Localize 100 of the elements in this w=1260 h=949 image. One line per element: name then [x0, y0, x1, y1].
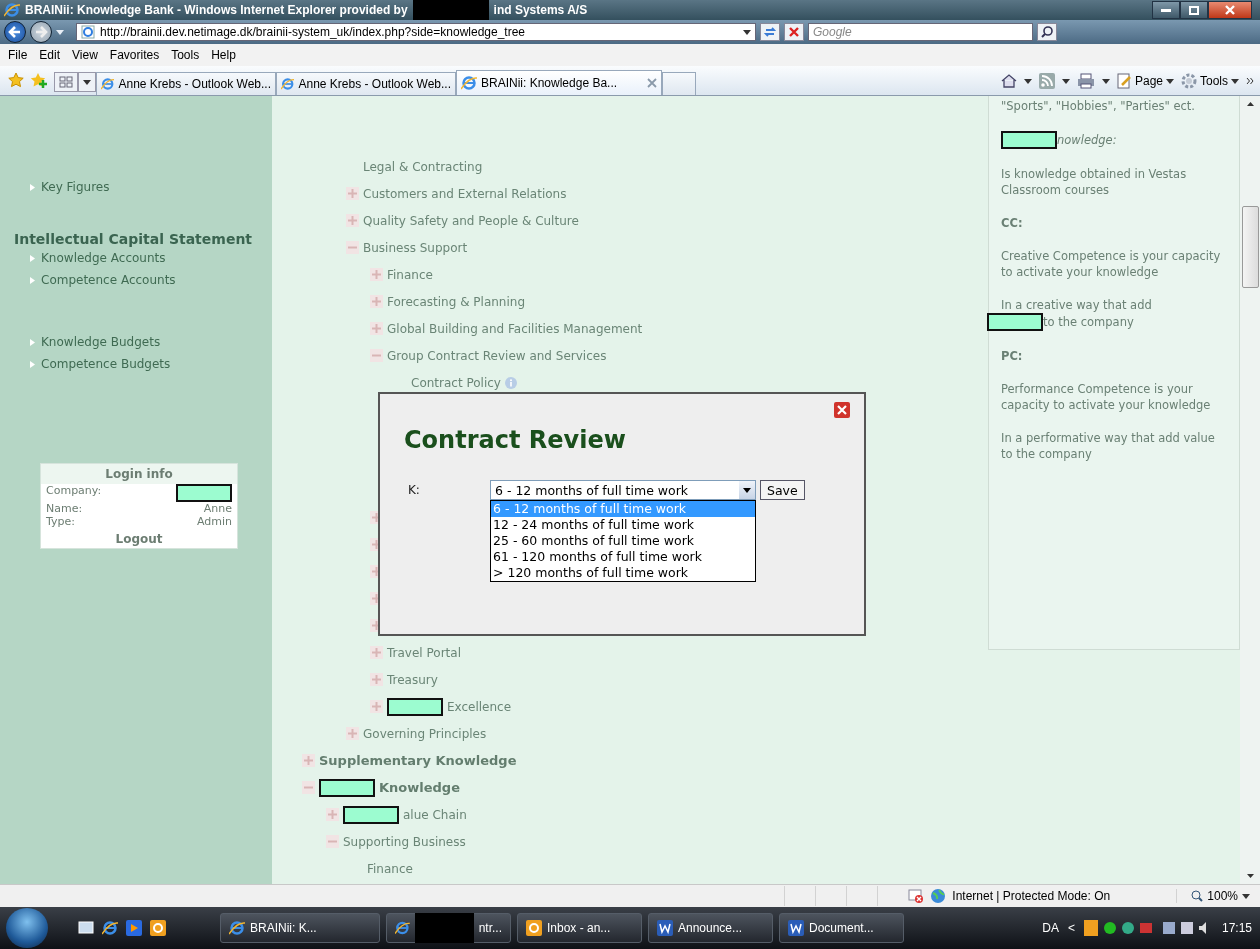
- maximize-button[interactable]: [1180, 1, 1208, 19]
- tree-item[interactable]: Treasury: [387, 672, 438, 687]
- caret-icon[interactable]: [1061, 78, 1070, 84]
- taskbar-button[interactable]: Announce...: [648, 913, 773, 943]
- taskbar-button[interactable]: BRAINii: K...: [220, 913, 380, 943]
- tools-menu-button[interactable]: Tools: [1181, 73, 1239, 89]
- dropdown-option[interactable]: 12 - 24 months of full time work: [491, 517, 755, 533]
- printer-icon[interactable]: [1076, 73, 1095, 89]
- back-button[interactable]: [4, 21, 26, 43]
- address-field[interactable]: http://brainii.dev.netimage.dk/brainii-system_uk/index.php?side=knowledge_tree: [76, 23, 756, 41]
- tree-item[interactable]: Knowledge: [379, 780, 460, 795]
- clock[interactable]: 17:15: [1221, 921, 1252, 935]
- caret-icon[interactable]: [743, 29, 751, 35]
- save-button[interactable]: Save: [760, 480, 805, 500]
- taskbar-button[interactable]: Inbox - an...: [517, 913, 642, 943]
- dropdown-field[interactable]: 6 - 12 months of full time work: [490, 480, 756, 500]
- search-icon: [1040, 25, 1054, 39]
- dropdown-option[interactable]: 61 - 120 months of full time work: [491, 549, 755, 565]
- menu-item[interactable]: Favorites: [103, 46, 166, 64]
- tree-item[interactable]: Governing Principles: [363, 726, 487, 741]
- taskbar-button[interactable]: ntr...: [386, 913, 511, 943]
- menu-item[interactable]: File: [2, 46, 34, 64]
- star-icon[interactable]: [8, 72, 24, 88]
- tree-item[interactable]: alue Chain: [403, 807, 467, 822]
- login-label: Type:: [46, 515, 75, 528]
- stop-button[interactable]: [784, 23, 804, 41]
- refresh-button[interactable]: [760, 23, 780, 41]
- chevron-icon[interactable]: [1246, 77, 1254, 85]
- tab-title: Anne Krebs - Outlook Web...: [118, 77, 271, 91]
- info-text: "Sports", "Hobbies", "Parties" ect.: [1001, 98, 1196, 114]
- tree-item[interactable]: Forecasting & Planning: [387, 294, 525, 309]
- tree-item[interactable]: Customers and External Relations: [363, 186, 567, 201]
- tree-item[interactable]: Legal & Contracting: [363, 159, 483, 174]
- zoom-level[interactable]: 100%: [1176, 889, 1250, 903]
- sidebar-link[interactable]: Key Figures: [41, 179, 110, 195]
- tray-icons-drawing[interactable]: [1083, 920, 1154, 936]
- scrollbar-thumb[interactable]: [1241, 206, 1259, 288]
- scroll-up-icon[interactable]: [1246, 102, 1254, 106]
- feed-icon[interactable]: [1038, 73, 1055, 89]
- sidebar-link[interactable]: Knowledge Budgets: [41, 334, 161, 350]
- media-player-icon[interactable]: [126, 920, 142, 936]
- caret-icon: [1231, 78, 1239, 84]
- info-text: Performance Competence is your capacity to activate your knowledge: [1001, 381, 1212, 413]
- scroll-down-icon[interactable]: [1246, 874, 1254, 878]
- close-icon[interactable]: [647, 78, 657, 88]
- info-subheading: nowledge:: [1057, 132, 1117, 148]
- mail-app-icon[interactable]: [150, 920, 166, 936]
- login-value: Admin: [196, 515, 232, 528]
- tree-item[interactable]: Group Contract Review and Services: [387, 348, 607, 363]
- home-icon[interactable]: [1000, 73, 1017, 89]
- browser-tab[interactable]: Anne Krebs - Outlook Web...: [96, 72, 276, 95]
- menu-item[interactable]: Help: [205, 46, 242, 64]
- page-menu-button[interactable]: Page: [1116, 73, 1174, 89]
- search-field[interactable]: Google: [808, 23, 1033, 41]
- globe-icon: [930, 888, 947, 904]
- sidebar-link[interactable]: Knowledge Accounts: [41, 250, 166, 266]
- menu-item[interactable]: View: [66, 46, 104, 64]
- browser-tab[interactable]: Anne Krebs - Outlook Web...: [276, 72, 456, 95]
- caret-icon: [83, 79, 91, 85]
- search-button[interactable]: [1037, 23, 1057, 41]
- minimize-button[interactable]: [1152, 1, 1180, 19]
- tree-item[interactable]: Business Support: [363, 240, 468, 255]
- tree-item[interactable]: Finance: [387, 267, 433, 282]
- tree-item[interactable]: Global Building and Facilities Management: [387, 321, 643, 336]
- taskbar-button[interactable]: Document...: [779, 913, 904, 943]
- dropdown-option[interactable]: 25 - 60 months of full time work: [491, 533, 755, 549]
- tree-item[interactable]: Supporting Business: [343, 834, 466, 849]
- language-indicator[interactable]: DA: [1042, 921, 1059, 935]
- tab-list-button[interactable]: [78, 72, 96, 92]
- menu-item[interactable]: Tools: [165, 46, 206, 64]
- tree-item[interactable]: Supplementary Knowledge: [319, 753, 517, 768]
- logout-link[interactable]: Logout: [41, 528, 237, 548]
- info-heading: CC:: [1001, 215, 1024, 231]
- tree-item[interactable]: Finance: [367, 861, 413, 876]
- menu-item[interactable]: Edit: [33, 46, 67, 64]
- forward-button[interactable]: [30, 21, 52, 43]
- bullet-arrow-icon: [30, 360, 35, 368]
- sidebar-link[interactable]: Competence Budgets: [41, 356, 171, 372]
- caret-icon[interactable]: [1101, 78, 1110, 84]
- close-button[interactable]: [1208, 1, 1252, 19]
- tree-item[interactable]: Excellence: [447, 699, 512, 714]
- caret-icon[interactable]: [1023, 78, 1032, 84]
- browser-tab[interactable]: BRAINii: Knowledge Ba...: [456, 70, 662, 95]
- start-button[interactable]: [6, 908, 48, 948]
- add-favorite-icon[interactable]: [30, 72, 48, 88]
- close-icon[interactable]: [834, 402, 850, 418]
- field-label: K:: [408, 482, 421, 499]
- tree-item[interactable]: Travel Portal: [387, 645, 461, 660]
- dropdown-option[interactable]: > 120 months of full time work: [491, 565, 755, 581]
- new-tab-button[interactable]: [662, 72, 696, 95]
- dropdown-arrow-icon[interactable]: [56, 29, 64, 35]
- browser-logo-icon: [102, 920, 118, 936]
- browser-logo-icon: [281, 76, 295, 92]
- show-desktop-icon[interactable]: [78, 920, 94, 936]
- sidebar-link[interactable]: Competence Accounts: [41, 272, 176, 288]
- tree-item[interactable]: Quality Safety and People & Culture: [363, 213, 579, 228]
- tab-title: Anne Krebs - Outlook Web...: [298, 77, 451, 91]
- tree-item[interactable]: Contract Policy: [411, 375, 501, 390]
- tray-expand-button[interactable]: <: [1067, 921, 1075, 935]
- vertical-scrollbar[interactable]: [1240, 96, 1260, 884]
